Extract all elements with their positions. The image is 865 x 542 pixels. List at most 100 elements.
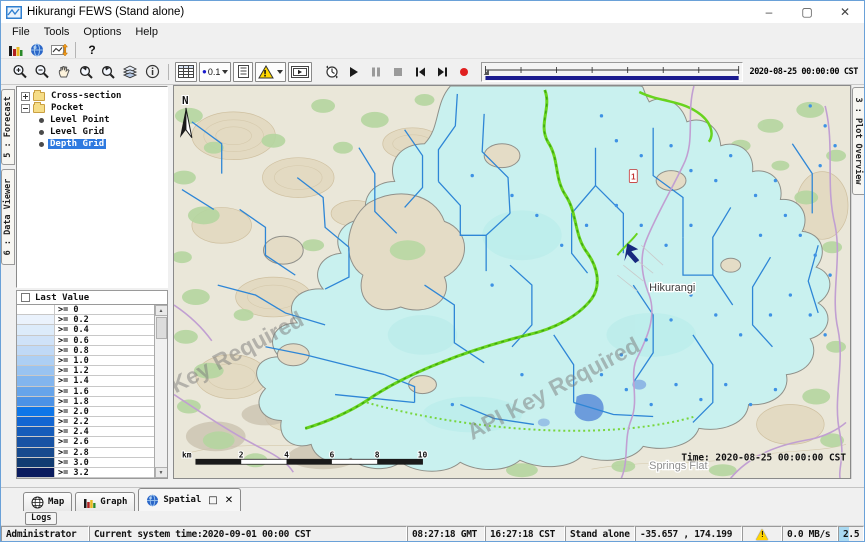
help-button[interactable]: ? [82,40,102,60]
pause-icon[interactable] [366,62,386,82]
legend-row-label: >= 2.4 [55,427,154,436]
bar-chart-icon [83,496,96,509]
status-gmt-time: 08:27:18 GMT [407,526,485,542]
legend-row-label: >= 1.0 [55,356,154,365]
expand-icon[interactable] [21,92,30,101]
legend-scrollbar[interactable]: ▲ ▼ [154,305,167,478]
tree-item-label[interactable]: Level Point [48,115,112,125]
pan-hand-icon[interactable] [54,62,74,82]
tree-row[interactable]: Level Point [17,114,167,126]
left-tab-strip: 5 : Forecast 6 : Data Viewer [1,85,15,479]
zoom-next-icon[interactable] [98,62,118,82]
globe-wireframe-icon [31,496,44,509]
svg-text:N: N [182,94,189,107]
left-panel: Cross-section Pocket Level Point Level G… [15,85,169,479]
legend-row-label: >= 1.8 [55,397,154,406]
grid-display-button[interactable] [175,62,197,82]
legend-row-label: >= 0 [55,305,154,314]
menu-help[interactable]: Help [128,25,165,39]
legend-color-swatch [17,376,55,385]
menu-tools[interactable]: Tools [37,25,77,39]
legend-toggle-button[interactable] [233,62,253,82]
warnings-dropdown[interactable]: ! [255,62,286,82]
legend-row[interactable]: >= 2.6 [17,437,154,447]
logs-button[interactable]: Logs [25,512,57,525]
collapse-icon[interactable] [21,104,30,113]
map-view[interactable]: 1 API Key Required API Key Required Hiku… [173,85,851,479]
folder-icon [33,92,45,101]
layers-icon[interactable] [120,62,140,82]
legend-row[interactable]: >= 2.4 [17,427,154,437]
menu-options[interactable]: Options [76,25,128,39]
legend-row[interactable]: >= 1.8 [17,397,154,407]
svg-text:1: 1 [631,173,636,182]
skip-to-start-icon[interactable] [410,62,430,82]
scroll-up-icon[interactable]: ▲ [155,305,168,316]
maximize-button[interactable]: ▢ [788,1,826,23]
info-icon[interactable] [142,62,162,82]
legend-row[interactable]: >= 2.2 [17,417,154,427]
legend-row-label: >= 3.0 [55,458,154,467]
last-value-checkbox[interactable] [21,293,30,302]
legend-row[interactable]: >= 0.8 [17,346,154,356]
svg-text:10: 10 [418,450,428,459]
legend-row[interactable]: >= 2.8 [17,448,154,458]
database-icon[interactable] [5,40,25,60]
logs-row: Logs [1,511,864,525]
play-icon[interactable] [344,62,364,82]
tab-map[interactable]: Map [23,492,72,511]
zoom-out-icon[interactable] [32,62,52,82]
status-warning-cell[interactable] [742,526,782,542]
tab-data-viewer[interactable]: 6 : Data Viewer [1,169,15,265]
time-slider[interactable] [481,62,743,82]
legend-row[interactable]: >= 2.0 [17,407,154,417]
tree-row[interactable]: Pocket [17,102,167,114]
tree-item-label[interactable]: Level Grid [48,127,106,137]
skip-to-end-icon[interactable] [432,62,452,82]
minimize-button[interactable]: – [750,1,788,23]
legend-row[interactable]: >= 0.4 [17,325,154,335]
tab-forecast[interactable]: 5 : Forecast [1,89,15,165]
tree-item-label-selected[interactable]: Depth Grid [48,139,106,149]
main-area: 5 : Forecast 6 : Data Viewer Cross-secti… [1,85,864,487]
animation-movie-button[interactable] [288,62,312,82]
chart-import-icon[interactable] [49,40,69,60]
legend-row[interactable]: >= 1.6 [17,387,154,397]
legend-color-swatch [17,346,55,355]
close-button[interactable]: ✕ [826,1,864,23]
stop-icon[interactable] [388,62,408,82]
legend-row[interactable]: >= 0.2 [17,315,154,325]
tab-maximize-icon[interactable]: □ [208,495,217,506]
status-local-time: 16:27:18 CST [485,526,565,542]
tab-graph[interactable]: Graph [75,492,135,511]
legend-row[interactable]: >= 3.2 [17,468,154,478]
classification-dropdown[interactable]: ● 0.1 [199,62,231,82]
tab-plot-overview[interactable]: 3 : Plot Overview [852,87,865,195]
legend-row[interactable]: >= 0 [17,305,154,315]
legend-row[interactable]: >= 3.0 [17,458,154,468]
svg-text:!: ! [263,69,267,79]
menu-file[interactable]: File [5,25,37,39]
right-tab-strip: 3 : Plot Overview [851,85,864,479]
tree-item-label[interactable]: Cross-section [49,91,123,101]
tab-close-icon[interactable]: ✕ [225,495,233,506]
zoom-previous-icon[interactable] [76,62,96,82]
svg-text:4: 4 [284,450,289,459]
tree-item-label[interactable]: Pocket [49,103,86,113]
tab-spatial[interactable]: Spatial □ ✕ [138,488,241,511]
legend-row[interactable]: >= 1.4 [17,376,154,386]
globe-icon[interactable] [27,40,47,60]
tree-row[interactable]: Depth Grid [17,138,167,150]
legend-row[interactable]: >= 1.0 [17,356,154,366]
tree-row[interactable]: Level Grid [17,126,167,138]
tree-row[interactable]: Cross-section [17,90,167,102]
time-slider-range[interactable] [486,76,739,80]
record-icon[interactable] [454,62,474,82]
legend-row[interactable]: >= 0.6 [17,336,154,346]
animation-settings-icon[interactable] [322,62,342,82]
zoom-in-icon[interactable] [10,62,30,82]
scrollbar-thumb[interactable] [156,317,167,339]
legend-row[interactable]: >= 1.2 [17,366,154,376]
scroll-down-icon[interactable]: ▼ [155,467,168,478]
layer-tree: Cross-section Pocket Level Point Level G… [16,86,168,288]
